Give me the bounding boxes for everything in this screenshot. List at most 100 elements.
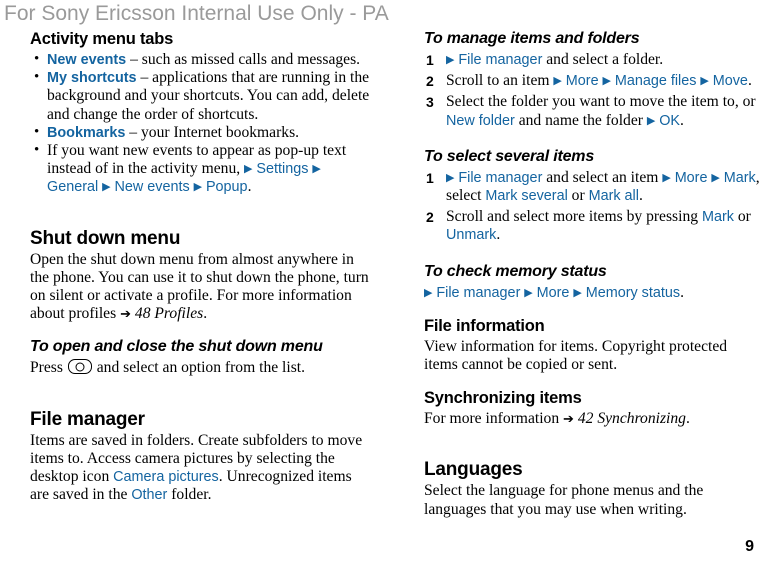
label-other: Other [131,487,168,504]
label-new-folder: New folder [446,112,515,129]
path-more: More [674,169,708,186]
menu-arrow-icon: ▶ [244,163,253,176]
text: . [203,305,208,323]
right-column: To manage items and folders ▶ File manag… [424,30,764,519]
menu-arrow-icon: ▶ [312,163,321,176]
list-item: Scroll and select more items by pressing… [424,208,764,244]
list-item: Scroll to an item ▶ More ▶ Manage files … [424,72,764,90]
list-item: ▶ File manager and select a folder. [424,51,764,69]
label-mark: Mark [701,209,734,226]
steps-manage-items: ▶ File manager and select a folder. Scro… [424,51,764,130]
text: . [496,226,501,244]
path-general: General [47,179,99,196]
heading-shut-down-menu: Shut down menu [30,227,181,249]
term-new-events: New events [47,52,127,68]
text: . [680,111,684,129]
left-column: Activity menu tabs New events – such as … [30,30,370,504]
text: – your Internet bookmarks. [125,123,300,141]
paragraph-memory-status: ▶ File manager ▶ More ▶ Memory status. [424,284,764,302]
cross-reference-synchronizing: 42 Synchronizing [577,410,686,428]
list-item: My shortcuts – applications that are run… [30,68,370,124]
path-manage-files: Manage files [614,73,697,90]
paragraph-file-manager: Items are saved in folders. Create subfo… [30,432,370,505]
list-item: ▶ File manager and select an item ▶ More… [424,169,764,205]
menu-arrow-icon: ▶ [193,181,203,194]
menu-arrow-icon: ▶ [102,181,111,194]
menu-arrow-icon: ▶ [662,171,671,184]
path-mark: Mark [723,169,756,186]
path-new-events: New events [114,179,190,196]
paragraph-languages: Select the language for phone menus and … [424,482,704,518]
label-mark-all: Mark all [588,188,639,205]
text: and name the folder [514,111,647,129]
power-key-icon [67,359,92,375]
menu-arrow-icon: ▶ [424,286,433,299]
path-move: Move [712,73,748,90]
paragraph-file-information: View information for items. Copyright pr… [424,337,728,374]
text: or [733,208,751,226]
term-my-shortcuts: My shortcuts [47,70,137,87]
heading-open-close-shut-down-menu: To open and close the shut down menu [30,338,323,356]
path-more: More [536,284,570,301]
list-item: Select the folder you want to move the i… [424,93,764,129]
heading-check-memory-status: To check memory status [424,262,607,280]
paragraph-synchronizing-items: For more information ➔ 42 Synchronizing. [424,410,764,428]
paragraph-shut-down-menu: Open the shut down menu from almost anyw… [30,251,370,324]
paragraph-open-close-shut-down-menu: Press and select an option from the list… [30,359,370,377]
text: . [638,187,643,205]
term-bookmarks: Bookmarks [47,124,126,141]
text: . [747,72,752,90]
path-popup: Popup [205,179,248,196]
label-ok: OK [659,112,681,129]
path-file-manager: File manager [458,52,543,68]
heading-select-several-items: To select several items [424,147,595,165]
menu-arrow-icon: ▶ [446,171,455,184]
menu-arrow-icon: ▶ [711,171,720,184]
menu-arrow-icon: ▶ [446,54,455,66]
pointing-hand-icon: ➔ [120,306,131,322]
label-mark-several: Mark several [485,188,568,205]
activity-tabs-bullet-list: New events – such as missed calls and me… [30,50,370,197]
text: and select an option from the list. [92,359,306,377]
path-memory-status: Memory status [585,284,681,301]
steps-select-several-items: ▶ File manager and select an item ▶ More… [424,169,764,245]
menu-arrow-icon: ▶ [553,75,562,88]
menu-arrow-icon: ▶ [573,286,582,299]
heading-manage-items-and-folders: To manage items and folders [424,30,640,47]
text: and select a folder. [542,51,664,68]
label-camera-pictures: Camera pictures [113,469,219,486]
text: or [567,187,589,205]
menu-arrow-icon: ▶ [700,75,709,88]
path-more: More [565,73,599,90]
page-number: 9 [745,538,754,555]
list-item: New events – such as missed calls and me… [30,50,370,69]
menu-arrow-icon: ▶ [524,286,533,299]
text: Scroll and select more items by pressing [446,208,702,226]
path-file-manager: File manager [458,169,543,186]
text: – such as missed calls and messages. [126,51,361,68]
heading-synchronizing-items: Synchronizing items [424,389,582,408]
text: . [680,283,684,301]
list-item: If you want new events to appear as pop-… [30,141,370,197]
label-unmark: Unmark [446,227,497,244]
heading-file-manager: File manager [30,408,145,430]
path-file-manager: File manager [436,284,521,301]
heading-activity-menu-tabs: Activity menu tabs [30,30,174,48]
cross-reference-profiles: 48 Profiles [134,305,204,323]
internal-use-watermark: For Sony Ericsson Internal Use Only - PA [4,2,389,25]
text: . [685,410,690,428]
pointing-hand-icon: ➔ [563,411,574,427]
menu-arrow-icon: ▶ [646,114,656,127]
text: For more information [424,410,564,428]
text: folder. [167,486,212,504]
list-item: Bookmarks – your Internet bookmarks. [30,123,370,142]
heading-languages: Languages [424,459,523,481]
text: . [247,178,252,196]
page-content: Activity menu tabs New events – such as … [0,30,766,562]
text: Select the folder you want to move the i… [446,93,756,111]
text: and select an item [542,168,663,186]
heading-file-information: File information [424,316,545,335]
text: Scroll to an item [446,72,554,90]
path-settings: Settings [256,161,309,178]
menu-arrow-icon: ▶ [602,75,611,88]
